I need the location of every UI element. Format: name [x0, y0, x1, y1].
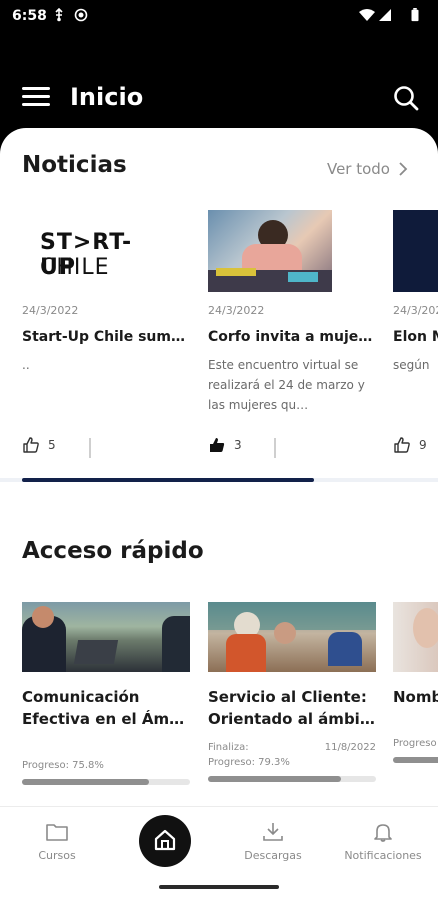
- bottom-nav: Cursos Descargas Notificaciones: [0, 806, 438, 900]
- quick-access-title: Acceso rápido: [22, 538, 204, 564]
- course-progress-bar: [393, 757, 438, 763]
- signal-icon: [379, 9, 391, 21]
- news-date: 24/3/2022: [22, 304, 79, 317]
- nav-notificaciones-label: Notificaciones: [344, 849, 422, 862]
- course-image-service: [208, 602, 376, 672]
- download-icon: [263, 823, 283, 841]
- main-content: Noticias Ver todo ST>RT-UP CHILE 24/3/20…: [0, 128, 438, 900]
- thumbs-up-filled-icon: [210, 438, 225, 452]
- course-title: Servicio al Cliente: Orientado al ámbit…: [208, 688, 376, 728]
- course-finaliza-row: Finaliza: 11/8/2022: [208, 742, 376, 753]
- app-status-icon: [74, 8, 88, 22]
- news-card[interactable]: ST>RT-UP CHILE 24/3/2022 Start-Up Chile …: [22, 210, 192, 453]
- nav-notificaciones[interactable]: Notificaciones: [340, 821, 426, 862]
- news-card[interactable]: 24/3/2022 Corfo invita a muje… Este encu…: [208, 210, 378, 452]
- thumbs-up-outline-icon: [394, 437, 410, 453]
- chevron-right-icon: [399, 162, 408, 176]
- news-date: 24/3/2022: [208, 304, 265, 317]
- news-card[interactable]: 24/3/2022 Elon M según 9: [393, 210, 438, 453]
- course-image-person: [393, 602, 438, 672]
- status-time: 6:58: [12, 8, 47, 24]
- like-button[interactable]: 3: [208, 436, 242, 454]
- logo-line-2: CHILE: [40, 255, 110, 280]
- like-count: 5: [48, 438, 56, 452]
- nav-cursos-label: Cursos: [38, 849, 76, 862]
- bell-icon: [374, 824, 392, 842]
- course-progress-label: Progreso: 79.3%: [208, 757, 290, 768]
- course-finaliza-label: Finaliza:: [208, 742, 249, 753]
- home-icon: [154, 829, 176, 851]
- news-title: Corfo invita a muje…: [208, 329, 373, 345]
- course-card[interactable]: Nomb Progreso: [393, 602, 438, 763]
- course-progress-fill: [393, 757, 438, 763]
- like-count: 9: [419, 438, 427, 452]
- divider: [89, 438, 91, 458]
- search-icon[interactable]: [392, 84, 420, 112]
- course-image-meeting: [22, 602, 190, 672]
- see-all-label: Ver todo: [326, 160, 390, 178]
- course-title: Comunicación Efectiva en el Ámbi…: [22, 688, 190, 728]
- course-title: Nomb: [393, 688, 438, 706]
- course-progress-bar: [22, 779, 190, 785]
- wifi-icon: [359, 9, 375, 21]
- like-button[interactable]: 5: [22, 436, 56, 454]
- like-button[interactable]: 9: [393, 436, 427, 454]
- like-count: 3: [234, 438, 242, 452]
- app-bar: Inicio: [0, 70, 438, 125]
- news-title: Start-Up Chile sum…: [22, 329, 185, 345]
- news-description: ..: [22, 358, 30, 372]
- battery-icon: [411, 8, 419, 22]
- news-description: según: [393, 358, 430, 372]
- see-all-link[interactable]: Ver todo: [327, 160, 408, 178]
- nav-descargas[interactable]: Descargas: [238, 821, 308, 862]
- home-indicator: [159, 885, 279, 889]
- nav-home-button[interactable]: [139, 815, 191, 867]
- news-date: 24/3/2022: [393, 304, 438, 317]
- news-scrollbar-thumb[interactable]: [22, 478, 314, 482]
- page-title: Inicio: [70, 83, 144, 111]
- news-image-woman-working: [208, 210, 332, 292]
- status-bar: 6:58: [0, 0, 438, 34]
- folder-icon: [46, 824, 68, 841]
- nav-descargas-label: Descargas: [244, 849, 302, 862]
- news-image-elon: [393, 210, 438, 292]
- menu-button[interactable]: [22, 85, 50, 109]
- news-image-startup-chile-logo: ST>RT-UP CHILE: [22, 210, 146, 292]
- news-scrollbar[interactable]: [0, 478, 438, 482]
- course-finaliza-date: 11/8/2022: [324, 742, 376, 753]
- course-progress-label: Progreso: [393, 738, 437, 749]
- course-progress-fill: [208, 776, 342, 782]
- course-progress-bar: [208, 776, 376, 782]
- course-progress-fill: [22, 779, 150, 785]
- course-card[interactable]: Comunicación Efectiva en el Ámbi… Progre…: [22, 602, 190, 785]
- news-title: Elon M: [393, 329, 438, 345]
- usb-icon: [55, 8, 63, 22]
- divider: [274, 438, 276, 458]
- thumbs-up-outline-icon: [23, 437, 39, 453]
- news-section-title: Noticias: [22, 152, 127, 178]
- course-progress-label: Progreso: 75.8%: [22, 760, 104, 771]
- news-description: Este encuentro virtual se realizará el 2…: [208, 358, 365, 412]
- nav-cursos[interactable]: Cursos: [34, 821, 80, 862]
- course-card[interactable]: Servicio al Cliente: Orientado al ámbit……: [208, 602, 376, 782]
